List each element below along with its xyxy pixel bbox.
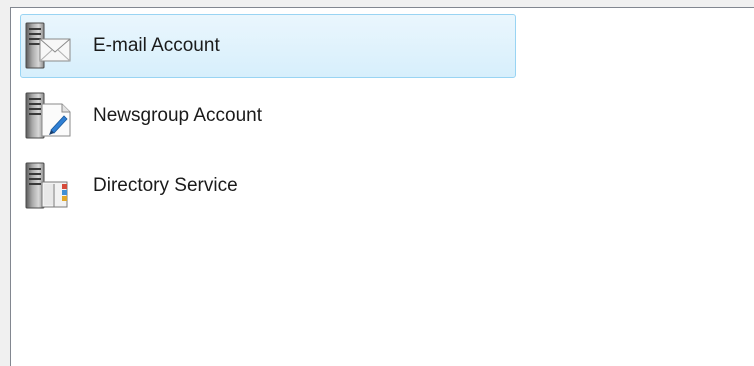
list-item-email-account[interactable]: E-mail Account [20,14,516,78]
list-item-label: E-mail Account [93,35,220,56]
list-item-newsgroup-account[interactable]: Newsgroup Account [20,84,516,148]
newsgroup-server-icon [25,92,71,139]
email-server-icon [25,22,71,69]
account-type-list[interactable]: E-mail Account Newsgroup Account Directo… [10,7,754,366]
list-item-directory-service[interactable]: Directory Service [20,154,516,218]
list-item-label: Directory Service [93,175,238,196]
directory-server-icon [25,162,68,209]
list-item-label: Newsgroup Account [93,105,262,126]
